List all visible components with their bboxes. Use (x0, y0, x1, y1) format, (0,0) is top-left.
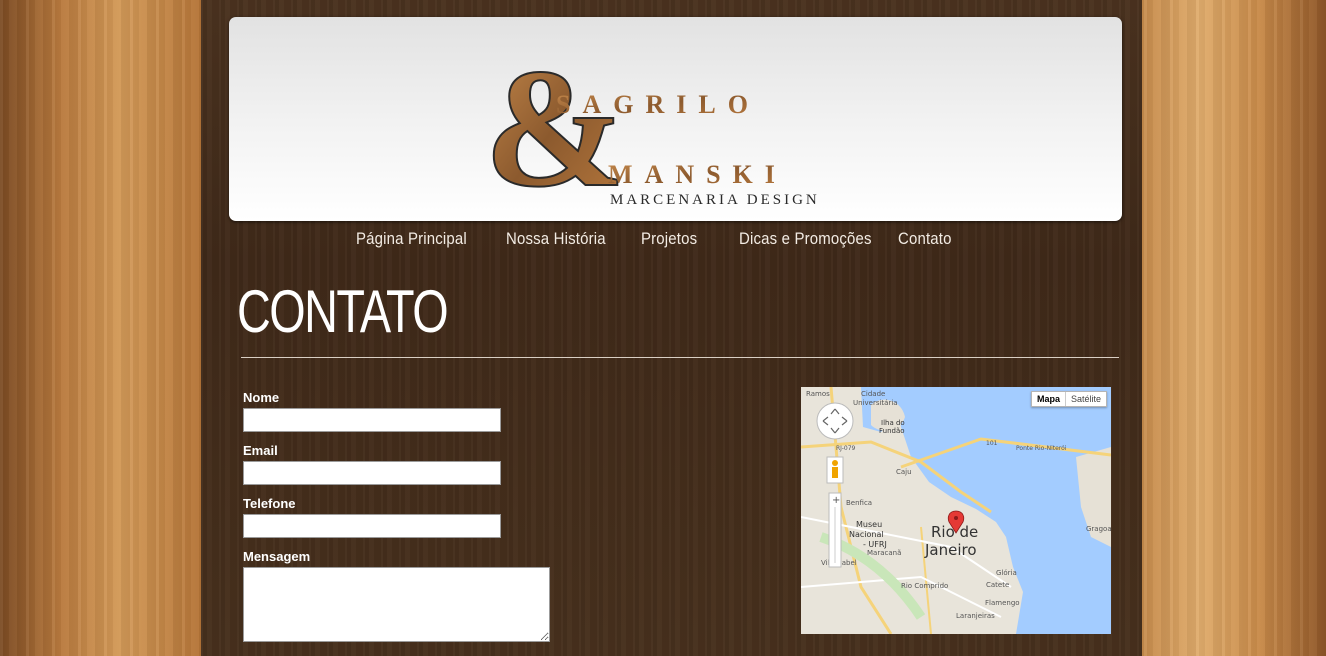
message-label: Mensagem (243, 549, 311, 564)
map-label-museu: Museu (856, 520, 882, 529)
map-label-flamengo: Flamengo (985, 599, 1020, 607)
map-label-maracana: Maracanã (867, 549, 901, 557)
map-type-toggle: Mapa Satélite (1030, 391, 1107, 407)
map-type-satellite-button[interactable]: Satélite (1066, 392, 1106, 406)
svg-text:+: + (832, 495, 840, 506)
message-field[interactable] (243, 567, 550, 642)
company-logo[interactable]: & SAGRILO MANSKI MARCENARIA DESIGN (484, 35, 874, 207)
map-label-ilha2: Fundão (879, 427, 905, 435)
email-field[interactable] (243, 461, 501, 485)
logo-ampersand: & (484, 35, 626, 207)
main-nav: Página Principal Nossa História Projetos… (201, 229, 1142, 255)
map-label-gloria: Glória (996, 569, 1017, 577)
header-banner: & SAGRILO MANSKI MARCENARIA DESIGN (229, 17, 1122, 221)
map-label-city2: Janeiro (924, 541, 977, 559)
map-label-ponte: Ponte Rio-Niterói (1016, 445, 1067, 452)
map-label-101: 101 (986, 440, 998, 447)
nav-item-projetos[interactable]: Projetos (641, 229, 697, 249)
phone-field[interactable] (243, 514, 501, 538)
name-label: Nome (243, 390, 280, 405)
logo-text-sagrilo: SAGRILO (556, 90, 760, 119)
title-divider (241, 357, 1119, 358)
map-canvas[interactable]: Ramos Cidade Universitária Ilha do Fundã… (801, 387, 1111, 634)
zoom-control[interactable]: + (828, 492, 842, 568)
nav-item-dicas-promocoes[interactable]: Dicas e Promoções (739, 229, 872, 249)
location-map[interactable]: Ramos Cidade Universitária Ilha do Fundã… (801, 387, 1111, 634)
nav-item-nossa-historia[interactable]: Nossa História (506, 229, 606, 249)
nav-item-pagina-principal[interactable]: Página Principal (356, 229, 467, 249)
map-label-catete: Catete (986, 581, 1009, 589)
map-label-laranjeiras: Laranjeiras (956, 612, 995, 620)
nav-item-contato[interactable]: Contato (898, 229, 952, 249)
map-pan-control[interactable] (816, 402, 854, 440)
name-field[interactable] (243, 408, 501, 432)
map-label-ramos: Ramos (806, 390, 830, 398)
map-type-map-button[interactable]: Mapa (1032, 392, 1066, 406)
pegman-icon[interactable] (826, 456, 844, 484)
map-label-benfica: Benfica (846, 499, 872, 507)
page-title: CONTATO (237, 278, 449, 345)
map-label-caju: Caju (896, 468, 912, 476)
map-label-museu2: Nacional (849, 530, 884, 539)
page-container: & SAGRILO MANSKI MARCENARIA DESIGN Págin… (201, 0, 1142, 656)
map-label-cidade: Cidade (861, 390, 885, 398)
logo-tagline: MARCENARIA DESIGN (610, 192, 820, 207)
map-label-cidade2: Universitária (853, 399, 898, 407)
phone-label: Telefone (243, 496, 296, 511)
map-label-gragoa: Gragoa (1086, 525, 1111, 533)
map-label-rio-comprido: Rio Comprido (901, 582, 948, 590)
email-label: Email (243, 443, 278, 458)
map-label-rj079: RJ-079 (836, 445, 856, 452)
map-label-ilha: Ilha do (881, 419, 905, 427)
map-label-ufrj: - UFRJ (863, 540, 887, 549)
logo-text-manski: MANSKI (608, 160, 787, 189)
